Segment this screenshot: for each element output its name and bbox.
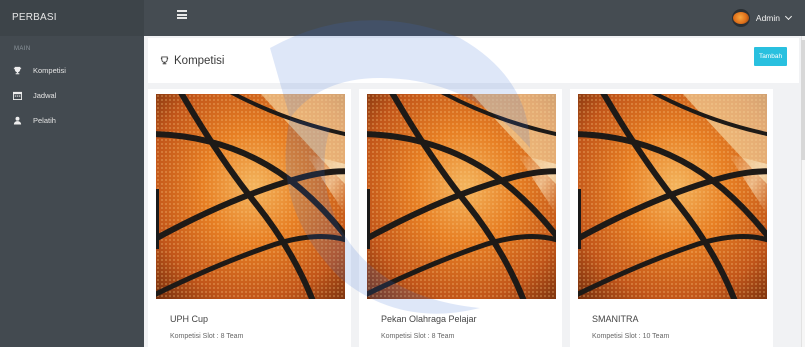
user-icon	[12, 116, 22, 126]
sidebar-item-label: Jadwal	[33, 91, 57, 100]
competition-card[interactable]: SMANITRA Kompetisi Slot : 10 Team	[570, 89, 773, 347]
top-navbar: PERBASI Admin	[0, 0, 805, 36]
main-content: Kompetisi Tambah UPH Cup Kompetisi Slot …	[144, 36, 805, 347]
add-button[interactable]: Tambah	[754, 47, 787, 66]
card-image	[578, 94, 767, 299]
sidebar-item-label: Kompetisi	[33, 66, 66, 75]
card-image	[367, 94, 556, 299]
card-slot-text: Kompetisi Slot : 8 Team	[170, 333, 244, 340]
calendar-icon	[12, 91, 22, 101]
scrollbar-thumb[interactable]	[801, 40, 805, 160]
competition-card[interactable]: UPH Cup Kompetisi Slot : 8 Team	[148, 89, 351, 347]
card-slot-text: Kompetisi Slot : 8 Team	[381, 333, 455, 340]
trophy-icon	[12, 66, 22, 76]
page-header: Kompetisi Tambah	[148, 38, 799, 83]
card-title[interactable]: UPH Cup	[170, 314, 208, 324]
chevron-down-icon	[784, 12, 793, 21]
trophy-icon	[160, 52, 169, 70]
sidebar-section-label: MAIN	[14, 46, 31, 52]
card-title[interactable]: SMANITRA	[592, 314, 639, 324]
card-title[interactable]: Pekan Olahraga Pelajar	[381, 314, 477, 324]
user-menu[interactable]: Admin	[731, 8, 793, 28]
brand-logo[interactable]: PERBASI	[0, 0, 144, 36]
sidebar-item-kompetisi[interactable]: Kompetisi	[0, 58, 144, 83]
sidebar: MAIN Kompetisi Jadwal Pelatih	[0, 36, 144, 347]
sidebar-item-jadwal[interactable]: Jadwal	[0, 83, 144, 108]
menu-toggle-icon[interactable]	[177, 10, 187, 19]
page-title-text: Kompetisi	[174, 55, 225, 67]
sidebar-item-pelatih[interactable]: Pelatih	[0, 108, 144, 133]
page-title: Kompetisi	[160, 52, 225, 70]
avatar	[731, 9, 750, 27]
sidebar-item-label: Pelatih	[33, 116, 56, 125]
scrollbar[interactable]	[801, 36, 805, 347]
competition-card[interactable]: Pekan Olahraga Pelajar Kompetisi Slot : …	[359, 89, 562, 347]
user-name: Admin	[755, 13, 780, 23]
card-slot-text: Kompetisi Slot : 10 Team	[592, 333, 670, 340]
card-image	[156, 94, 345, 299]
